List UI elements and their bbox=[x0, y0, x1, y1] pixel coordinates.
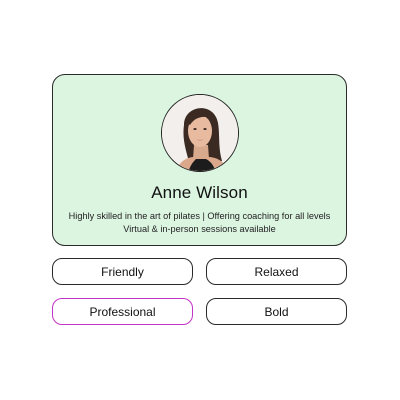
tone-option-bold[interactable]: Bold bbox=[206, 298, 347, 325]
tone-option-label: Friendly bbox=[101, 264, 144, 279]
profile-bio-line-2: Virtual & in-person sessions available bbox=[123, 224, 276, 234]
tone-option-label: Bold bbox=[264, 304, 289, 319]
profile-photo-icon bbox=[162, 95, 238, 171]
tone-option-relaxed[interactable]: Relaxed bbox=[206, 258, 347, 285]
tone-option-label: Relaxed bbox=[254, 264, 299, 279]
avatar bbox=[161, 94, 239, 172]
tone-option-friendly[interactable]: Friendly bbox=[52, 258, 193, 285]
profile-card: Anne Wilson Highly skilled in the art of… bbox=[52, 74, 347, 246]
profile-name: Anne Wilson bbox=[151, 183, 248, 202]
tone-option-label: Professional bbox=[89, 304, 156, 319]
profile-bio-line-1: Highly skilled in the art of pilates | O… bbox=[68, 211, 331, 221]
tone-option-professional[interactable]: Professional bbox=[52, 298, 193, 325]
page: Anne Wilson Highly skilled in the art of… bbox=[0, 0, 400, 400]
